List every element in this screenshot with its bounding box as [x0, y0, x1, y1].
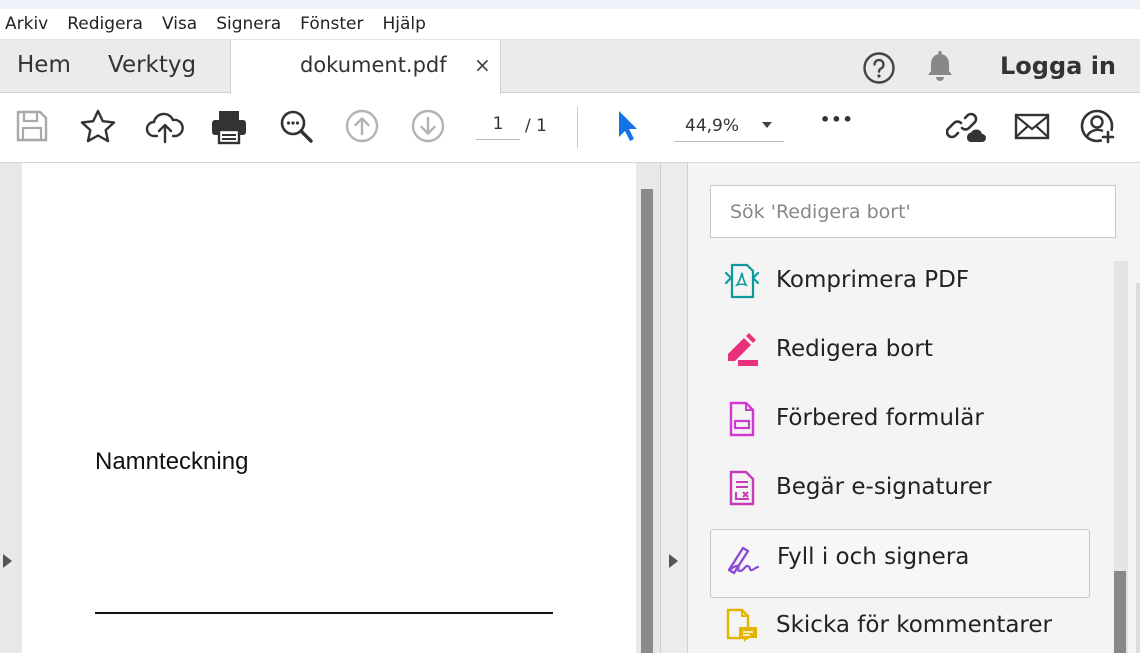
upload-cloud-icon[interactable] [145, 108, 185, 150]
print-icon[interactable] [209, 108, 249, 150]
menu-signera[interactable]: Signera [216, 14, 281, 34]
page-down-icon[interactable] [410, 108, 446, 148]
tool-fill-and-sign[interactable]: Fyll i och signera [710, 529, 1090, 598]
toolbar: 1 / 1 44,9% ••• [0, 94, 1140, 163]
page-number-input[interactable]: 1 [476, 108, 520, 140]
tab-document[interactable]: dokument.pdf × [230, 40, 501, 94]
mail-icon[interactable] [1013, 108, 1051, 150]
more-icon[interactable]: ••• [820, 110, 854, 129]
signature-label: Namnteckning [95, 448, 249, 475]
window-top-strip [0, 0, 1140, 9]
tool-redact[interactable]: Redigera bort [710, 322, 1090, 391]
zoom-out-icon[interactable] [278, 108, 316, 150]
star-icon[interactable] [79, 108, 117, 150]
toolbar-separator [577, 106, 578, 148]
tool-label: Redigera bort [776, 336, 933, 362]
menu-visa[interactable]: Visa [162, 14, 197, 34]
zoom-dropdown[interactable]: 44,9% [674, 106, 784, 142]
tool-label: Fyll i och signera [777, 544, 970, 570]
page-up-icon[interactable] [344, 108, 380, 148]
tab-tools[interactable]: Verktyg [108, 52, 196, 78]
prepare-form-icon [724, 401, 760, 437]
tools-list: Komprimera PDF Redigera bort Förbered fo… [710, 253, 1090, 653]
menu-redigera[interactable]: Redigera [67, 14, 143, 34]
login-button[interactable]: Logga in [1000, 52, 1116, 80]
menu-hjalp[interactable]: Hjälp [382, 14, 425, 34]
signature-line [95, 612, 553, 614]
menubar: Arkiv Redigera Visa Signera Fönster Hjäl… [0, 9, 1140, 40]
tool-compress-pdf[interactable]: Komprimera PDF [710, 253, 1090, 322]
tool-label: Förbered formulär [776, 405, 984, 431]
tab-bar: Hem Verktyg dokument.pdf × Logga in [0, 40, 1140, 94]
redact-icon [724, 332, 760, 368]
help-icon[interactable] [862, 51, 896, 89]
search-placeholder: Sök 'Redigera bort' [730, 201, 911, 223]
menu-fonster[interactable]: Fönster [300, 14, 363, 34]
document-viewer: Namnteckning [0, 163, 660, 653]
send-comment-icon [724, 608, 760, 644]
tool-label: Begär e-signaturer [776, 474, 992, 500]
fill-sign-icon [725, 540, 761, 576]
page-total: / 1 [525, 116, 547, 136]
bell-icon[interactable] [925, 50, 955, 88]
request-esign-icon [724, 470, 760, 506]
left-panel-toggle-icon[interactable] [3, 554, 12, 568]
window-edge [1136, 283, 1140, 653]
tab-home[interactable]: Hem [17, 52, 71, 78]
tools-panel: Sök 'Redigera bort' Komprimera PDF Redig… [688, 163, 1140, 653]
tools-panel-scrollbar[interactable] [1114, 261, 1128, 653]
tool-send-for-comments[interactable]: Skicka för kommentarer [710, 598, 1090, 653]
tool-label: Komprimera PDF [776, 267, 970, 293]
menu-arkiv[interactable]: Arkiv [5, 14, 48, 34]
share-link-icon[interactable] [945, 108, 986, 150]
pdf-page: Namnteckning [22, 163, 636, 653]
tools-search-input[interactable]: Sök 'Redigera bort' [710, 185, 1116, 238]
tool-request-esignatures[interactable]: Begär e-signaturer [710, 460, 1090, 529]
document-tab-title: dokument.pdf [300, 53, 447, 77]
save-icon[interactable] [15, 108, 49, 148]
tool-prepare-form[interactable]: Förbered formulär [710, 391, 1090, 460]
add-user-icon[interactable] [1079, 108, 1119, 152]
tools-panel-scroll-thumb[interactable] [1114, 571, 1126, 653]
compress-pdf-icon [724, 263, 760, 299]
document-scrollbar[interactable] [641, 189, 653, 653]
select-pointer-icon[interactable] [613, 108, 643, 150]
close-tab-icon[interactable]: × [474, 53, 491, 77]
zoom-value: 44,9% [685, 116, 740, 136]
chevron-down-icon [762, 122, 772, 128]
tool-label: Skicka för kommentarer [776, 612, 1052, 638]
right-panel-toggle-icon[interactable] [669, 554, 678, 568]
panel-divider [660, 163, 688, 653]
